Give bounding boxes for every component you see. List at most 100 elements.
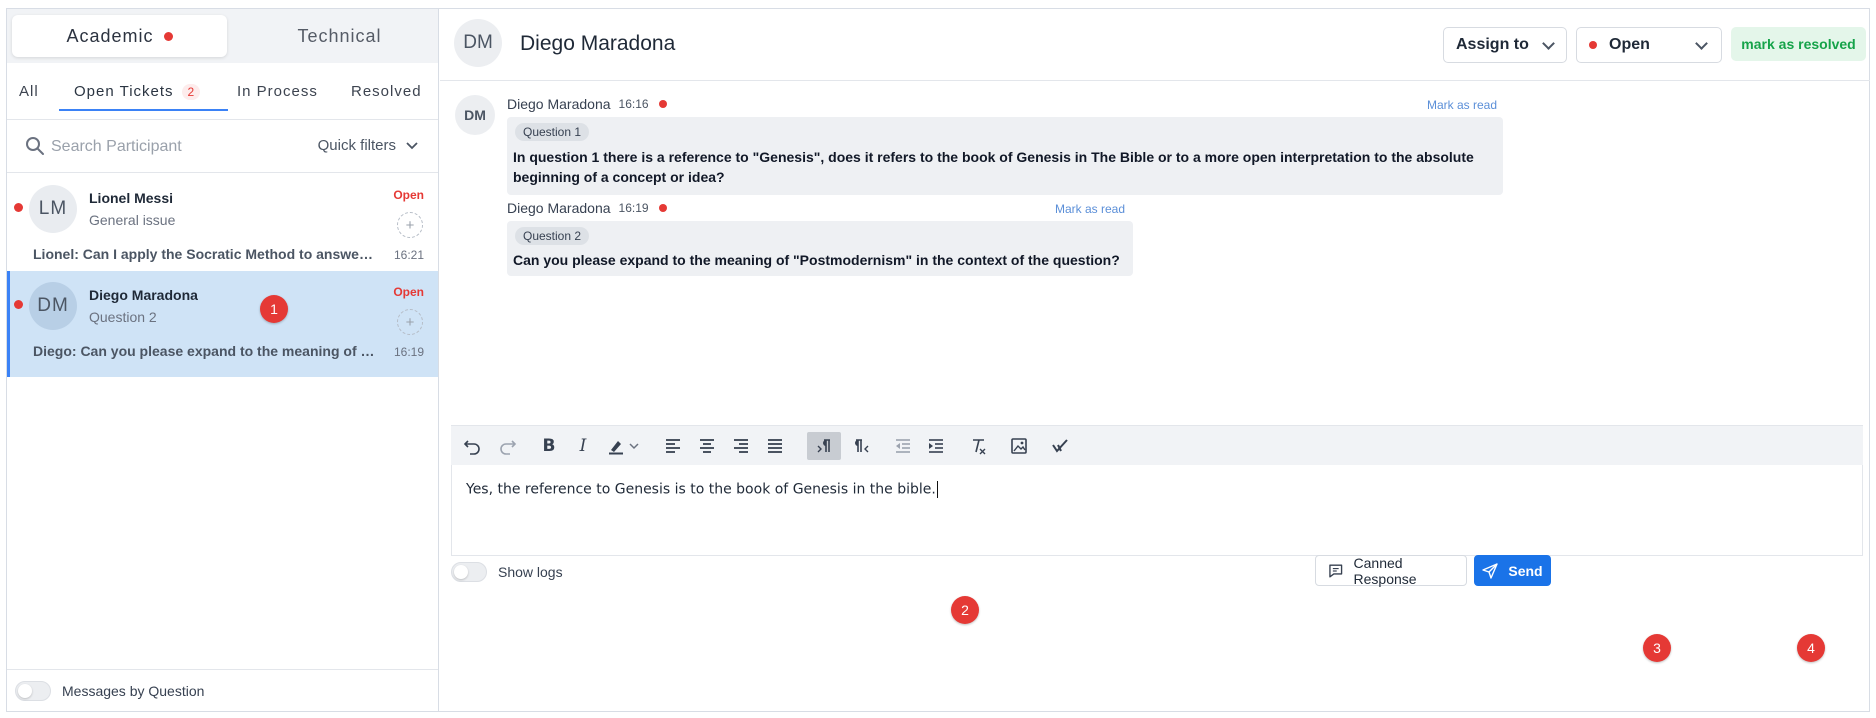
search-row: Quick filters — [7, 121, 438, 173]
align-justify-icon[interactable] — [760, 432, 790, 460]
send-button[interactable]: Send — [1474, 555, 1551, 586]
chevron-down-icon — [1695, 37, 1708, 50]
tab-in-process[interactable]: In Process — [237, 63, 318, 120]
send-label: Send — [1508, 562, 1543, 579]
ticket-participant-name: Lionel Messi — [89, 190, 174, 206]
app-frame: Academic Technical All Open Tickets 2 In… — [6, 8, 1870, 712]
status-dropdown[interactable]: Open — [1576, 27, 1722, 63]
tab-technical[interactable]: Technical — [232, 15, 447, 57]
tab-academic-label: Academic — [66, 25, 154, 46]
send-paper-plane-icon — [1482, 562, 1499, 579]
chevron-down-icon — [1542, 37, 1555, 50]
unread-dot — [658, 100, 667, 108]
ticket-participant-name: Diego Maradona — [89, 287, 198, 303]
conversation-header: DM Diego Maradona Assign to Open mark as… — [440, 9, 1870, 81]
tab-open-tickets[interactable]: Open Tickets 2 — [74, 63, 201, 120]
message-text-line: beginning of a concept or idea? — [513, 169, 725, 185]
tab-open-tickets-label: Open Tickets — [74, 83, 174, 100]
message-bubble: Question 1 In question 1 there is a refe… — [507, 117, 1503, 195]
insert-image-icon[interactable] — [1004, 432, 1034, 460]
bold-icon[interactable]: B — [534, 432, 564, 460]
status-badge: Open — [393, 188, 424, 202]
active-tab-underline — [59, 109, 228, 111]
ticket-subject: Question 2 — [89, 309, 157, 325]
category-tabs: Academic Technical — [7, 9, 438, 63]
annotation-marker-2: 2 — [951, 596, 979, 624]
conversation-title: Diego Maradona — [520, 32, 676, 55]
tab-resolved[interactable]: Resolved — [351, 63, 422, 120]
tab-academic[interactable]: Academic — [12, 15, 227, 57]
italic-icon[interactable]: I — [568, 432, 598, 460]
unread-indicator-dot — [163, 31, 173, 41]
unread-dot — [658, 204, 667, 212]
mark-as-read-link[interactable]: Mark as read — [1055, 202, 1125, 216]
align-center-icon[interactable] — [692, 432, 722, 460]
indent-icon[interactable] — [921, 432, 951, 460]
ticket-item-selected[interactable]: DM Diego Maradona Question 2 Open + Dieg… — [7, 271, 438, 377]
editor-toolbar: B I — [451, 425, 1863, 465]
search-icon — [26, 137, 44, 155]
ticket-time: 16:19 — [393, 345, 424, 359]
spellcheck-icon[interactable] — [1045, 432, 1075, 460]
avatar: DM — [454, 19, 502, 67]
ticket-preview: Lionel: Can I apply the Socratic Method … — [33, 246, 378, 262]
align-left-icon[interactable] — [658, 432, 688, 460]
chevron-down-icon — [406, 141, 418, 149]
tab-all[interactable]: All — [19, 63, 39, 120]
message-text-line: Can you please expand to the meaning of … — [513, 252, 1120, 268]
search-input[interactable] — [51, 133, 251, 161]
undo-icon[interactable] — [457, 432, 487, 460]
rtl-direction-icon[interactable] — [846, 432, 876, 460]
annotation-marker-4: 4 — [1797, 634, 1825, 662]
messages-by-question-label: Messages by Question — [62, 683, 205, 699]
chat-message-icon — [1329, 564, 1343, 577]
message-author: Diego Maradona — [507, 96, 611, 112]
text-caret — [936, 481, 938, 498]
messages-by-question-toggle[interactable] — [15, 681, 51, 701]
status-tabs: All Open Tickets 2 In Process Resolved — [7, 63, 438, 120]
unread-dot — [14, 300, 23, 309]
canned-response-button[interactable]: Canned Response — [1315, 554, 1467, 587]
outdent-icon[interactable] — [888, 432, 918, 460]
annotation-marker-3: 3 — [1643, 634, 1671, 662]
message-bubble: Question 2 Can you please expand to the … — [507, 221, 1133, 276]
assign-to-label: Assign to — [1456, 36, 1529, 53]
message-avatar: DM — [455, 95, 495, 135]
clear-formatting-icon[interactable] — [963, 432, 993, 460]
question-tag: Question 2 — [515, 227, 590, 245]
ticket-subject: General issue — [89, 212, 176, 228]
message-meta: Diego Maradona 16:19 — [507, 200, 667, 216]
status-dot-icon — [1589, 41, 1597, 49]
message-text-line: In question 1 there is a reference to "G… — [513, 149, 1474, 165]
status-badge: Open — [393, 285, 424, 299]
redo-icon[interactable] — [493, 432, 523, 460]
chevron-down-icon — [629, 443, 639, 450]
message-meta: Diego Maradona 16:16 — [507, 96, 667, 112]
reply-editor[interactable]: Yes, the reference to Genesis is to the … — [451, 465, 1863, 556]
open-count-badge: 2 — [181, 83, 201, 100]
quick-filters-dropdown[interactable]: Quick filters — [318, 137, 418, 154]
ltr-direction-icon[interactable] — [807, 432, 841, 460]
message-time: 16:19 — [618, 201, 649, 215]
assign-to-dropdown[interactable]: Assign to — [1443, 27, 1567, 63]
quick-filters-label: Quick filters — [317, 137, 396, 154]
status-label: Open — [1609, 36, 1650, 53]
avatar: DM — [29, 282, 77, 330]
ticket-preview: Diego: Can you please expand to the mean… — [33, 343, 378, 359]
ticket-list-panel: Academic Technical All Open Tickets 2 In… — [7, 9, 439, 711]
canned-response-label: Canned Response — [1353, 554, 1417, 587]
mark-as-read-link[interactable]: Mark as read — [1427, 98, 1497, 112]
highlight-color-icon[interactable] — [603, 432, 643, 460]
align-right-icon[interactable] — [726, 432, 756, 460]
show-logs-toggle[interactable] — [451, 562, 487, 582]
ticket-item[interactable]: LM Lionel Messi General issue Open + Lio… — [7, 174, 438, 278]
tab-technical-label: Technical — [297, 25, 382, 46]
message-time: 16:16 — [618, 97, 649, 111]
assign-plus-icon[interactable]: + — [397, 212, 423, 238]
mark-as-resolved-button[interactable]: mark as resolved — [1731, 27, 1866, 61]
reply-text: Yes, the reference to Genesis is to the … — [466, 481, 938, 498]
left-footer: Messages by Question — [7, 669, 438, 711]
annotation-marker-1: 1 — [260, 295, 288, 323]
assign-plus-icon[interactable]: + — [397, 309, 423, 335]
ticket-time: 16:21 — [393, 248, 424, 262]
